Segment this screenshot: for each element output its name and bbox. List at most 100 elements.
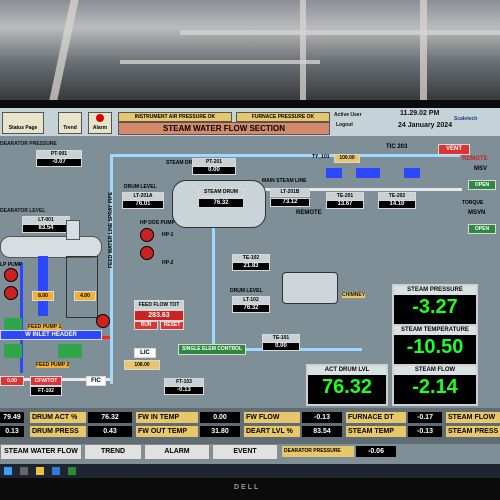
furnace-pressure-status: FURNACE PRESSURE OK xyxy=(236,112,330,122)
valve-icon[interactable] xyxy=(404,168,420,178)
run-button[interactable]: RUN xyxy=(134,321,158,330)
economiser-icon xyxy=(282,272,338,304)
small-value: 4.00 xyxy=(74,291,96,301)
steam-pressure-display: STEAM PRESSURE -3.27 xyxy=(392,284,478,326)
ty101-tag: TY_101 xyxy=(312,154,330,160)
steel-beam xyxy=(120,60,320,64)
feed-pump-2-label: FEED PUMP 2 xyxy=(36,362,70,368)
deaerator-column xyxy=(66,256,98,318)
alarm-icon xyxy=(96,114,104,122)
deaerator-level-label: DEARATOR LEVEL xyxy=(0,208,46,214)
te201-value: 13.67 xyxy=(326,200,364,209)
feed-water-line-label: FEED WATER LINE SPRAY PIPE xyxy=(108,191,114,268)
fw-in-temp-label: FW IN TEMP xyxy=(136,412,198,423)
steam-temperature-label: STEAM TEMPERATURE xyxy=(394,326,476,335)
logout-button[interactable]: Logout xyxy=(336,122,353,128)
fw-out-temp-label: FW OUT TEMP xyxy=(136,426,198,437)
scada-screen: Status Page Trend Alarm INSTRUMENT AIR P… xyxy=(0,108,500,464)
small-value: 0.00 xyxy=(0,376,24,386)
steam-flow-display: STEAM FLOW -2.14 xyxy=(392,364,478,406)
tab-trend[interactable]: Trend xyxy=(58,112,82,134)
feed-pump-icon[interactable] xyxy=(58,344,82,358)
feed-flow-tot-value: 283.63 xyxy=(134,310,184,321)
steam-flow-value: -2.14 xyxy=(412,376,458,398)
deart-lvl-label: DEART LVL % xyxy=(244,426,300,437)
single-elem-control-button[interactable]: SINGLE ELEM CONTROL xyxy=(178,344,246,355)
valve-icon[interactable] xyxy=(96,314,110,328)
pt201-value: 0.00 xyxy=(192,166,236,175)
ft102-value: FT-102 xyxy=(30,386,62,396)
lt001-value: 83.54 xyxy=(22,224,70,233)
nav-trend[interactable]: TREND xyxy=(84,444,142,460)
clock-time: 11.29.02 PM xyxy=(400,110,440,117)
folder-icon[interactable] xyxy=(36,467,44,475)
msvn-open-button[interactable]: OPEN xyxy=(468,224,496,234)
act-drum-lvl-display: ACT DRUM LVL 76.32 xyxy=(306,364,388,406)
cfw-tot: CFW/TOT xyxy=(30,376,62,386)
nav-steam-water-flow[interactable]: STEAM WATER FLOW xyxy=(0,444,82,460)
edge-icon[interactable] xyxy=(52,467,60,475)
steam-flow-label: STEAM FLOW xyxy=(394,366,476,375)
deaerator-column xyxy=(38,256,48,316)
feed-flow-tot-label: FEED FLOW TOT xyxy=(134,300,184,310)
hp1-label: HP-1 xyxy=(162,232,174,238)
pump-icon[interactable] xyxy=(4,286,18,300)
clock-date: 24 January 2024 xyxy=(398,122,453,129)
brand-logo: Scaletech xyxy=(454,116,478,122)
pump-icon[interactable] xyxy=(140,228,154,242)
steam-flow-summary-label: STEAM FLOW xyxy=(446,412,500,423)
steel-beam xyxy=(180,30,500,35)
ty101-value: 100.00 xyxy=(334,154,360,163)
steam-temperature-display: STEAM TEMPERATURE -10.50 xyxy=(392,324,478,366)
valve-icon[interactable] xyxy=(356,168,380,178)
steel-beam xyxy=(420,0,427,100)
main-steam-line-label: MAIN STEAM LINE xyxy=(262,178,307,184)
nav-event[interactable]: EVENT xyxy=(212,444,278,460)
app-icon[interactable] xyxy=(68,467,76,475)
remote-right-label: REMOTE xyxy=(462,156,488,162)
feed-pump-icon[interactable] xyxy=(4,344,22,358)
ft103-value: -0.13 xyxy=(164,386,204,395)
fw-in-temp-value: 0.00 xyxy=(200,412,240,423)
fic-label[interactable]: FIC xyxy=(86,376,106,386)
start-icon[interactable] xyxy=(4,467,12,475)
steam-press-summary-label: STEAM PRESS xyxy=(446,426,500,437)
steam-pressure-label: STEAM PRESSURE xyxy=(394,286,476,295)
dearator-pressure-summary-label: DEARATOR PRESSURE xyxy=(282,446,354,457)
reset-button[interactable]: RESET xyxy=(160,321,184,330)
deaerator-dome xyxy=(66,220,80,240)
summary-value: 79.49 xyxy=(0,412,24,423)
lt201a-value: 76.01 xyxy=(122,200,164,209)
valve-icon[interactable] xyxy=(326,168,342,178)
pump-icon[interactable] xyxy=(4,268,18,282)
drum-act-value: 76.32 xyxy=(88,412,132,423)
fw-out-temp-value: 31.80 xyxy=(200,426,240,437)
pump-icon[interactable] xyxy=(140,246,154,260)
hp2-label: HP-2 xyxy=(162,260,174,266)
lt102-value: 76.32 xyxy=(232,304,270,313)
vent-indicator[interactable]: VENT xyxy=(438,144,470,155)
inlet-header: W INLET HEADER xyxy=(0,330,102,340)
fw-flow-label: FW FLOW xyxy=(244,412,300,423)
lt201b-value: 73.12 xyxy=(270,198,310,207)
drum-act-label: DRUM ACT % xyxy=(30,412,86,423)
fw-flow-value: -0.13 xyxy=(302,412,342,423)
nav-alarm[interactable]: ALARM xyxy=(144,444,210,460)
steam-drum-value: 76.32 xyxy=(198,198,244,208)
search-icon[interactable] xyxy=(20,467,28,475)
riser-pipe xyxy=(212,228,215,348)
photo-scene: Status Page Trend Alarm INSTRUMENT AIR P… xyxy=(0,0,500,500)
pt001-value: -0.07 xyxy=(36,158,82,167)
msv-open-button[interactable]: OPEN xyxy=(468,180,496,190)
drum-level-label: DRUM LEVEL xyxy=(124,184,157,190)
lic-label: LIC xyxy=(134,348,156,358)
torque-label: TORQUE xyxy=(462,200,484,206)
hp-dos-pump-label: HP DOS PUMP xyxy=(140,220,175,226)
tab-status-page[interactable]: Status Page xyxy=(2,112,44,134)
act-drum-lvl-value: 76.32 xyxy=(321,376,373,398)
msv-label: MSV xyxy=(474,166,488,172)
furnace-dt-label: FURNACE DT xyxy=(346,412,406,423)
steel-beam xyxy=(300,0,306,100)
dearator-pressure-summary-value: -0.06 xyxy=(356,446,396,457)
remote-label: REMOTE xyxy=(296,210,322,216)
